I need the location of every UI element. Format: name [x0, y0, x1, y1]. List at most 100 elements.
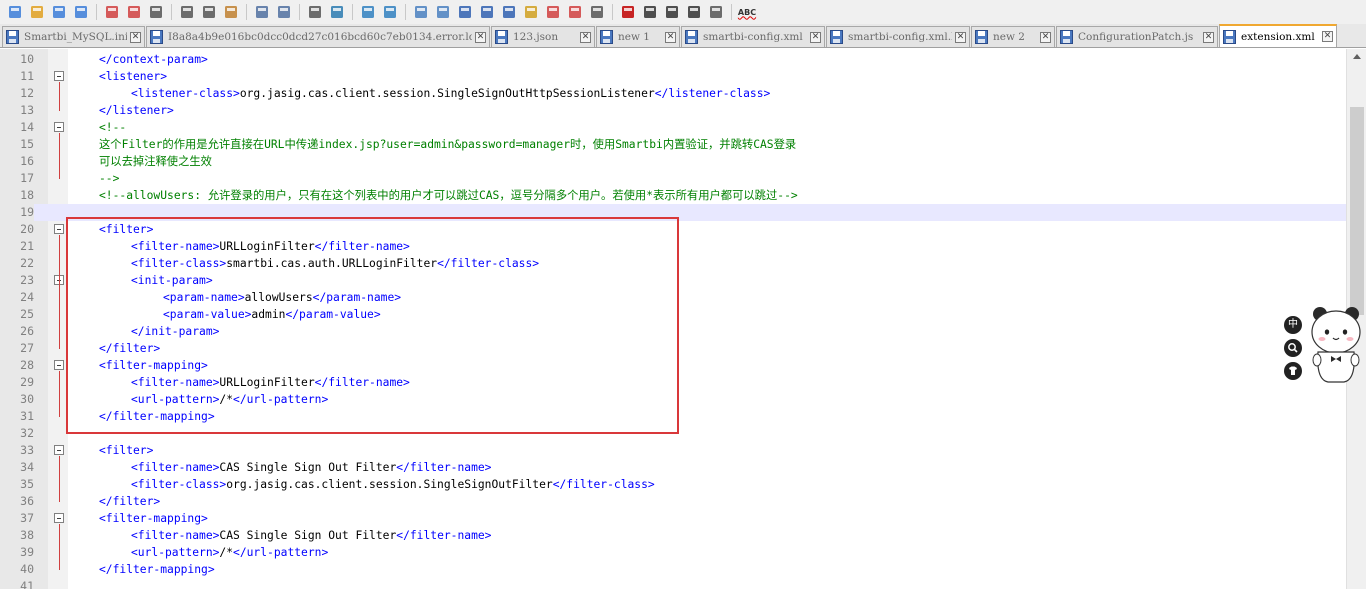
play-macro-button[interactable] — [661, 3, 683, 21]
tab-close-icon[interactable]: ✕ — [1040, 31, 1051, 43]
show-all-chars-button[interactable] — [476, 3, 498, 21]
new-file-button[interactable] — [4, 3, 26, 21]
code-line[interactable]: 35 <filter-class>org.jasig.cas.client.ses… — [0, 476, 1346, 493]
print-button[interactable] — [145, 3, 167, 21]
code-line[interactable]: 33 <filter> — [0, 442, 1346, 459]
sync-horizontal-button[interactable] — [432, 3, 454, 21]
run-macro-multiple-icon — [688, 6, 700, 18]
close-all-button[interactable] — [123, 3, 145, 21]
record-macro-button[interactable] — [617, 3, 639, 21]
xml-tag: </filter-name> — [396, 461, 492, 474]
fold-toggle-icon[interactable] — [54, 513, 64, 523]
tab-5[interactable]: smartbi-config.xml.bak✕ — [826, 26, 970, 47]
fold-toggle-icon[interactable] — [54, 71, 64, 81]
paste-button[interactable] — [220, 3, 242, 21]
cut-button[interactable] — [176, 3, 198, 21]
folder-workspace-button[interactable] — [564, 3, 586, 21]
code-line[interactable]: 36 </filter> — [0, 493, 1346, 510]
tab-close-icon[interactable]: ✕ — [130, 31, 141, 43]
tab-3[interactable]: new 1 ✕ — [596, 26, 680, 47]
code-line[interactable]: 37 <filter-mapping> — [0, 510, 1346, 527]
tab-0[interactable]: Smartbi_MySQL.ini ✕ — [2, 26, 145, 47]
tab-close-icon[interactable]: ✕ — [955, 31, 966, 43]
sync-horizontal-icon — [437, 6, 449, 18]
xml-tag: </url-pattern> — [233, 546, 329, 559]
fold-guide-line — [59, 524, 60, 570]
code-line[interactable]: 18 <!--allowUsers: 允许登录的用户，只有在这个列表中的用户才可以… — [0, 187, 1346, 204]
panda-mascot-icon[interactable] — [1306, 302, 1366, 386]
code-line[interactable]: 40 </filter-mapping> — [0, 561, 1346, 578]
replace-button[interactable] — [326, 3, 348, 21]
ime-language-button[interactable]: 中 — [1284, 316, 1302, 334]
fold-toggle-icon[interactable] — [54, 224, 64, 234]
xml-comment: --> — [99, 172, 120, 185]
xml-comment: <!--allowUsers: 允许登录的用户，只有在这个列表中的用户才可以跳过… — [99, 189, 798, 202]
tab-label: 123.json — [513, 31, 559, 43]
tab-close-icon[interactable]: ✕ — [810, 31, 821, 43]
tab-7[interactable]: ConfigurationPatch.js ✕ — [1056, 26, 1218, 47]
function-list-button[interactable] — [542, 3, 564, 21]
code-line[interactable]: 16 可以去掉注释使之生效 — [0, 153, 1346, 170]
fold-guide-line — [59, 286, 60, 332]
line-number: 39 — [20, 545, 34, 559]
save-button[interactable] — [48, 3, 70, 21]
tab-close-icon[interactable]: ✕ — [475, 31, 486, 43]
code-text: </listener> — [99, 102, 174, 119]
scroll-up-arrow-icon[interactable] — [1353, 54, 1361, 59]
code-line[interactable]: 13 </listener> — [0, 102, 1346, 119]
indent-guide-button[interactable] — [498, 3, 520, 21]
code-line[interactable]: 17 --> — [0, 170, 1346, 187]
tab-8[interactable]: extension.xml ✕ — [1219, 24, 1337, 47]
code-line[interactable]: 39 <url-pattern>/*</url-pattern> — [0, 544, 1346, 561]
saved-file-icon — [6, 30, 19, 44]
spellcheck-button[interactable]: ABC — [736, 3, 758, 21]
ime-search-button[interactable] — [1284, 339, 1302, 357]
zoom-in-button[interactable] — [357, 3, 379, 21]
code-line[interactable]: 12 <listener-class>org.jasig.cas.client.s… — [0, 85, 1346, 102]
word-wrap-button[interactable] — [454, 3, 476, 21]
fold-toggle-icon[interactable] — [54, 122, 64, 132]
tab-1[interactable]: I8a8a4b9e016bc0dcc0dcd27c016bcd60c7eb013… — [146, 26, 490, 47]
line-number: 40 — [20, 562, 34, 576]
xml-tag: </filter> — [99, 495, 161, 508]
undo-button[interactable] — [251, 3, 273, 21]
find-button[interactable] — [304, 3, 326, 21]
doc-map-button[interactable] — [520, 3, 542, 21]
code-line[interactable]: 11 <listener> — [0, 68, 1346, 85]
code-editor[interactable]: 10 </context-param> 11 <listener> 12 <listene… — [0, 49, 1346, 589]
code-line[interactable]: 41 — [0, 578, 1346, 589]
sync-vertical-button[interactable] — [410, 3, 432, 21]
tab-close-icon[interactable]: ✕ — [665, 31, 676, 43]
tab-6[interactable]: new 2 ✕ — [971, 26, 1055, 47]
code-line[interactable]: 34 <filter-name>CAS Single Sign Out Filte… — [0, 459, 1346, 476]
code-line[interactable]: 14 <!-- — [0, 119, 1346, 136]
scrollbar-thumb[interactable] — [1350, 107, 1364, 315]
line-number: 27 — [20, 341, 34, 355]
save-macro-button[interactable] — [705, 3, 727, 21]
save-all-button[interactable] — [70, 3, 92, 21]
tab-close-icon[interactable]: ✕ — [1322, 31, 1333, 42]
code-line[interactable]: 38 <filter-name>CAS Single Sign Out Filte… — [0, 527, 1346, 544]
toolbar-separator — [352, 4, 353, 20]
tab-4[interactable]: smartbi-config.xml ✕ — [681, 26, 825, 47]
ime-shirt-icon — [1289, 366, 1297, 375]
monitor-button[interactable] — [586, 3, 608, 21]
close-button[interactable] — [101, 3, 123, 21]
tab-close-icon[interactable]: ✕ — [1203, 31, 1214, 43]
code-line[interactable]: 15 这个Filter的作用是允许直接在URL中传递index.jsp?user=… — [0, 136, 1346, 153]
code-line[interactable]: 10 </context-param> — [0, 51, 1346, 68]
run-macro-multiple-button[interactable] — [683, 3, 705, 21]
tab-close-icon[interactable]: ✕ — [580, 31, 591, 43]
copy-button[interactable] — [198, 3, 220, 21]
open-file-button[interactable] — [26, 3, 48, 21]
stop-macro-button[interactable] — [639, 3, 661, 21]
fold-toggle-icon[interactable] — [54, 445, 64, 455]
redo-button[interactable] — [273, 3, 295, 21]
fold-toggle-icon[interactable] — [54, 360, 64, 370]
ime-language-label: 中 — [1288, 319, 1298, 330]
ime-skin-button[interactable] — [1284, 362, 1302, 380]
xml-tag: <filter-class> — [131, 478, 227, 491]
tab-2[interactable]: 123.json ✕ — [491, 26, 595, 47]
zoom-out-button[interactable] — [379, 3, 401, 21]
code-text: <filter-class>org.jasig.cas.client.sessi… — [131, 476, 655, 493]
